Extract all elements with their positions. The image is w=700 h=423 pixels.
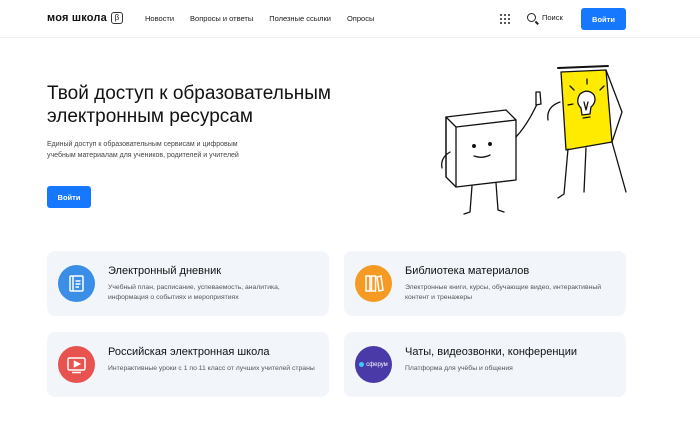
library-icon [355, 265, 392, 302]
site-logo[interactable]: моя школа β [47, 12, 123, 24]
hero-title: Твой доступ к образовательным электронны… [47, 83, 331, 127]
sferum-dot-icon [359, 362, 365, 367]
nav-useful-links[interactable]: Полезные ссылки [269, 14, 331, 23]
card-title: Электронный дневник [108, 265, 222, 277]
nav-surveys[interactable]: Опросы [347, 14, 374, 23]
card-description: Электронные книги, курсы, обучающие виде… [405, 284, 602, 301]
logo-text: моя школа [47, 12, 107, 24]
hero-illustration [441, 65, 627, 215]
sferum-icon: сферум [355, 346, 392, 383]
apps-grid-icon[interactable] [500, 14, 510, 24]
nav-faq[interactable]: Вопросы и ответы [190, 14, 253, 23]
card-description: Интерактивные уроки с 1 по 11 класс от л… [108, 365, 315, 372]
beta-badge: β [110, 12, 123, 24]
book-character-illustration [441, 91, 542, 215]
card-title: Библиотека материалов [405, 265, 530, 277]
main-nav: Новости Вопросы и ответы Полезные ссылки… [145, 14, 390, 23]
search-label: Поиск [542, 13, 563, 22]
login-button-hero[interactable]: Войти [47, 186, 91, 208]
card-title: Российская электронная школа [108, 346, 270, 358]
card-electronic-diary[interactable]: Электронный дневник Учебный план, распис… [47, 251, 329, 316]
card-russian-e-school[interactable]: Российская электронная школа Интерактивн… [47, 332, 329, 397]
sferum-logo: сферум [359, 362, 388, 368]
card-title: Чаты, видеозвонки, конференции [405, 346, 578, 358]
search-icon [527, 13, 536, 22]
sferum-logo-text: сферум [366, 361, 388, 368]
card-sferum[interactable]: сферум Чаты, видеозвонки, конференции Пл… [344, 332, 626, 397]
search-button[interactable]: Поиск [527, 13, 563, 22]
diary-icon [58, 265, 95, 302]
nav-news[interactable]: Новости [145, 14, 174, 23]
flipchart-character-illustration [547, 65, 627, 199]
login-button-header[interactable]: Войти [581, 8, 626, 30]
card-description: Учебный план, расписание, успеваемость, … [108, 284, 280, 301]
site-header: моя школа β Новости Вопросы и ответы Пол… [0, 0, 700, 38]
hero-subtitle: Единый доступ к образовательным сервисам… [47, 141, 239, 159]
card-description: Платформа для учёбы и общения [405, 365, 513, 372]
card-materials-library[interactable]: Библиотека материалов Электронные книги,… [344, 251, 626, 316]
video-lesson-icon [58, 346, 95, 383]
